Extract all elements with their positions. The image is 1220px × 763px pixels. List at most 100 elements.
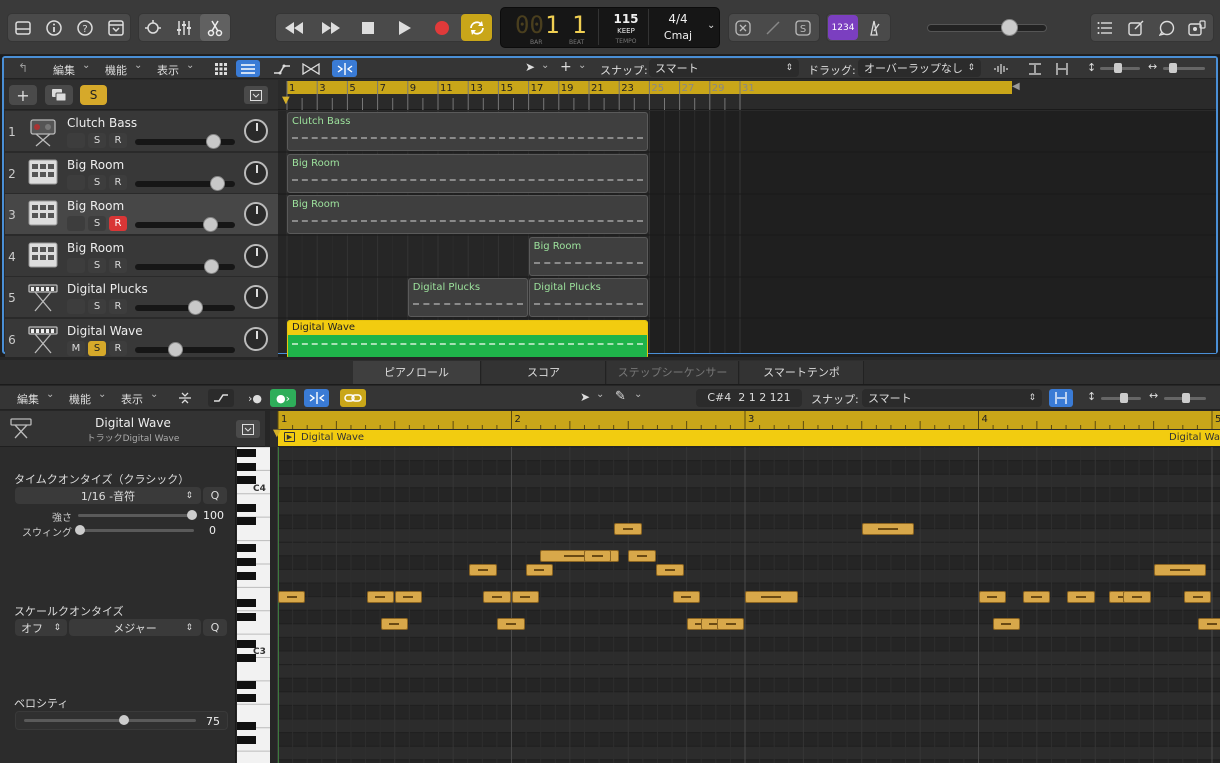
volume-fader-knob[interactable] xyxy=(206,134,221,149)
track-header-config-icon[interactable] xyxy=(244,86,268,104)
tuner-icon[interactable] xyxy=(731,16,755,40)
volume-fader[interactable] xyxy=(135,259,235,274)
track-name[interactable]: Big Room xyxy=(67,241,124,255)
swing-knob[interactable] xyxy=(75,525,85,535)
record-enable-button[interactable]: R xyxy=(109,175,127,190)
volume-fader[interactable] xyxy=(135,342,235,357)
track-name[interactable]: Big Room xyxy=(67,158,124,172)
tracks-edit-menu[interactable]: 編集 xyxy=(53,62,75,78)
volume-fader[interactable] xyxy=(135,134,235,149)
quick-help-icon[interactable]: ? xyxy=(73,16,97,40)
pencil-tool-icon[interactable]: ✎ xyxy=(615,389,626,404)
inspector-icon[interactable] xyxy=(42,16,66,40)
midi-note[interactable] xyxy=(978,591,1006,603)
automation-icon[interactable] xyxy=(270,60,294,77)
mixer-icon[interactable] xyxy=(172,16,196,40)
volume-fader-knob[interactable] xyxy=(204,259,219,274)
editor-hzoom-knob[interactable] xyxy=(1182,393,1190,403)
midi-note[interactable] xyxy=(380,618,409,630)
scale-q-button[interactable]: Q xyxy=(203,619,227,636)
solo-button[interactable]: S xyxy=(88,133,106,148)
track-row[interactable]: 6 Digital Wave M S R xyxy=(5,319,278,360)
midi-note[interactable] xyxy=(1197,618,1220,630)
track-row[interactable]: 4 Big Room S R xyxy=(5,236,278,277)
track-row[interactable]: 1 Clutch Bass S R xyxy=(5,111,278,152)
region[interactable]: Digital Plucks xyxy=(407,278,528,317)
mute-button[interactable] xyxy=(67,216,85,231)
midi-note[interactable] xyxy=(483,591,511,603)
play-icon[interactable] xyxy=(392,16,418,40)
editor-automation-icon[interactable] xyxy=(208,389,234,407)
solo-button[interactable]: S xyxy=(88,341,106,356)
tracks-drag-dropdown[interactable]: オーバーラップなし ⇕ xyxy=(858,59,981,77)
midi-note[interactable] xyxy=(656,564,684,576)
region[interactable]: Big Room xyxy=(528,237,649,276)
scale-mode-dropdown[interactable]: オフ ⇕ xyxy=(15,619,67,636)
region[interactable]: Clutch Bass xyxy=(287,112,649,151)
midi-note[interactable] xyxy=(992,618,1020,630)
strength-slider[interactable] xyxy=(78,514,194,517)
tracks-snap-dropdown[interactable]: スマート ⇕ xyxy=(649,59,799,77)
metronome-icon[interactable] xyxy=(862,16,886,40)
midi-note[interactable] xyxy=(614,523,642,535)
catch-playhead-icon[interactable] xyxy=(332,60,357,77)
pan-knob[interactable] xyxy=(244,119,268,143)
volume-fader-knob[interactable] xyxy=(210,176,225,191)
solo-button[interactable]: S xyxy=(88,216,106,231)
mute-button[interactable] xyxy=(67,299,85,314)
midi-note[interactable] xyxy=(628,550,656,562)
tracks-function-chevron-icon[interactable]: ⌄ xyxy=(134,60,142,71)
pan-knob[interactable] xyxy=(244,327,268,351)
editor-hfit-icon[interactable] xyxy=(1049,389,1073,407)
replace-mode-icon[interactable] xyxy=(761,16,785,40)
note-grid[interactable]: 1 2 3 4 5 xyxy=(270,411,1220,763)
midi-note[interactable] xyxy=(745,591,798,603)
editor-function-chevron-icon[interactable]: ⌄ xyxy=(98,389,106,400)
editor-snap-dropdown[interactable]: スマート ⇕ xyxy=(862,389,1042,407)
add-track-icon[interactable]: + xyxy=(9,85,37,105)
pointer-tool-icon[interactable]: ➤ xyxy=(525,60,535,74)
quantize-q-button[interactable]: Q xyxy=(203,487,227,504)
editor-vzoom-knob[interactable] xyxy=(1120,393,1128,403)
vertical-zoom-knob[interactable] xyxy=(1114,63,1122,73)
tracks-function-menu[interactable]: 機能 xyxy=(105,62,127,78)
playhead-marker-icon[interactable]: ▼ xyxy=(282,95,290,106)
tracks-edit-chevron-icon[interactable]: ⌄ xyxy=(82,60,90,71)
midi-note[interactable] xyxy=(672,591,700,603)
track-row[interactable]: 5 Digital Plucks S R xyxy=(5,277,278,318)
record-enable-button[interactable]: R xyxy=(109,258,127,273)
lcd-chevron-icon[interactable]: ⌄ xyxy=(707,20,715,31)
solo-button[interactable]: S xyxy=(88,299,106,314)
tab-step-sequencer[interactable]: ステップシーケンサー xyxy=(607,361,739,384)
midi-note[interactable] xyxy=(1153,564,1207,576)
editor-edit-chevron-icon[interactable]: ⌄ xyxy=(46,389,54,400)
volume-fader-knob[interactable] xyxy=(168,342,183,357)
editor-function-menu[interactable]: 機能 xyxy=(69,391,91,407)
swing-slider[interactable] xyxy=(78,529,194,532)
arrange-end-marker-icon[interactable]: ◀ xyxy=(1012,81,1020,92)
pointer-tool-chevron-icon[interactable]: ⌄ xyxy=(541,60,549,71)
tab-piano-roll[interactable]: ピアノロール xyxy=(353,361,481,384)
editors-scissors-icon[interactable] xyxy=(200,14,230,41)
volume-fader[interactable] xyxy=(135,176,235,191)
midi-note[interactable] xyxy=(525,564,553,576)
solo-button[interactable]: S xyxy=(88,175,106,190)
track-name[interactable]: Digital Wave xyxy=(67,324,143,338)
midi-note[interactable] xyxy=(366,591,395,603)
pan-knob[interactable] xyxy=(244,244,268,268)
midi-note[interactable] xyxy=(1183,591,1212,603)
midi-note[interactable] xyxy=(497,618,525,630)
region[interactable]: Digital Plucks xyxy=(528,278,649,317)
piano-keyboard[interactable] xyxy=(237,447,270,763)
quantize-dropdown[interactable]: 1/16 -音符 ⇕ xyxy=(15,487,201,504)
link-icon[interactable] xyxy=(340,389,366,407)
rewind-icon[interactable] xyxy=(281,16,307,40)
midi-in-icon[interactable]: ›● xyxy=(244,389,266,407)
global-solo-button[interactable]: S xyxy=(80,85,107,105)
tracks-view-chevron-icon[interactable]: ⌄ xyxy=(186,60,194,71)
velocity-slider[interactable] xyxy=(24,719,196,722)
master-volume-knob[interactable] xyxy=(1001,19,1018,36)
mute-button[interactable] xyxy=(67,258,85,273)
editor-region-header[interactable] xyxy=(278,430,1220,446)
horizontal-fit-icon[interactable] xyxy=(1052,60,1072,77)
